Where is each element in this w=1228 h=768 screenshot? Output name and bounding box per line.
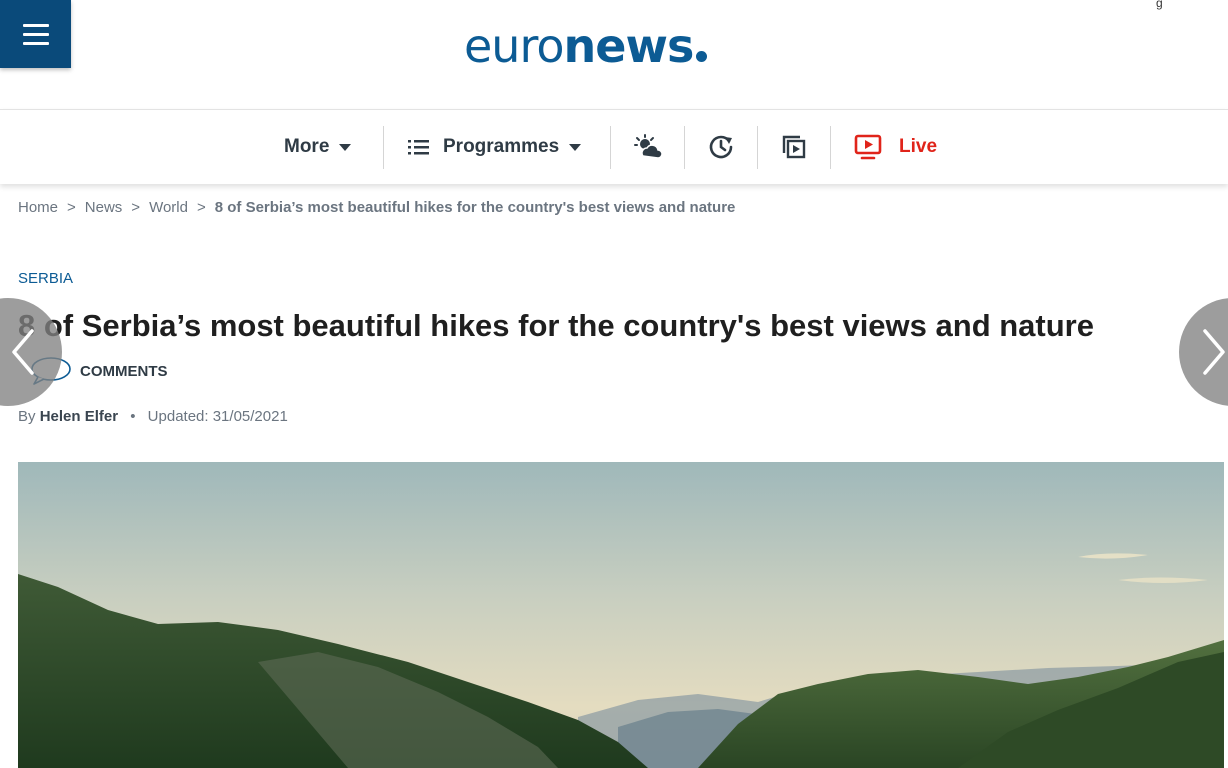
list-icon <box>408 140 429 155</box>
logo-dot <box>696 51 708 62</box>
updated-date: Updated: 31/05/2021 <box>147 408 288 425</box>
nav-programmes-label: Programmes <box>443 136 560 157</box>
hamburger-menu-button[interactable] <box>0 0 71 68</box>
byline: By Helen Elfer • Updated: 31/05/2021 <box>18 408 288 425</box>
site-header: euro news g <box>0 0 1228 108</box>
article-title: 8 of Serbia’s most beautiful hikes for t… <box>18 308 1094 343</box>
video-playlist-icon <box>782 135 806 159</box>
tv-live-icon <box>854 134 882 160</box>
weather-icon <box>634 134 662 159</box>
nav-divider <box>830 126 831 169</box>
breadcrumb-separator: > <box>196 199 206 216</box>
by-label: By <box>18 408 36 425</box>
caret-down-icon <box>339 143 352 151</box>
logo-text-news: news <box>563 19 695 73</box>
breadcrumb-separator: > <box>131 199 141 216</box>
article-tag[interactable]: SERBIA <box>18 270 73 287</box>
nav-divider <box>757 126 758 169</box>
top-right-fragment: g <box>1156 0 1163 10</box>
previous-article-button[interactable] <box>0 298 62 406</box>
caret-down-icon <box>569 143 582 151</box>
breadcrumb-separator: > <box>67 199 76 216</box>
author-name[interactable]: Helen Elfer <box>40 408 118 425</box>
chevron-left-icon <box>12 329 34 375</box>
breadcrumb-news[interactable]: News <box>85 199 123 216</box>
nav-weather[interactable] <box>634 110 662 184</box>
nav-programmes[interactable]: Programmes <box>408 110 582 184</box>
chevron-right-icon <box>1203 329 1225 375</box>
nav-divider <box>684 126 685 169</box>
article-hero-image <box>18 462 1224 768</box>
breadcrumb: Home > News > World >8 of Serbia’s most beaut… <box>18 199 735 216</box>
breadcrumb-world[interactable]: World <box>149 199 188 216</box>
nav-divider <box>610 126 611 169</box>
breadcrumb-home[interactable]: Home <box>18 199 58 216</box>
byline-dot: • <box>130 408 136 425</box>
logo-text-euro: euro <box>464 19 564 73</box>
nav-live-label: Live <box>899 136 938 157</box>
euronews-logo[interactable]: euro news <box>464 18 708 74</box>
nav-playlist[interactable] <box>782 110 806 184</box>
menu-bar <box>22 23 49 27</box>
comments-label: COMMENTS <box>80 362 168 380</box>
main-nav: More Programmes Live <box>0 109 1228 184</box>
nav-latest[interactable] <box>708 110 734 184</box>
breadcrumb-current: 8 of Serbia’s most beautiful hikes for t… <box>214 199 736 216</box>
menu-bar <box>22 32 49 36</box>
nav-more[interactable]: More <box>284 110 352 184</box>
nav-live[interactable]: Live <box>854 110 937 184</box>
mountain-landscape-image <box>18 462 1224 768</box>
next-article-button[interactable] <box>1179 298 1228 406</box>
menu-bar <box>22 41 49 45</box>
nav-more-label: More <box>284 136 330 157</box>
history-clock-icon <box>709 135 733 159</box>
nav-divider <box>383 126 384 169</box>
